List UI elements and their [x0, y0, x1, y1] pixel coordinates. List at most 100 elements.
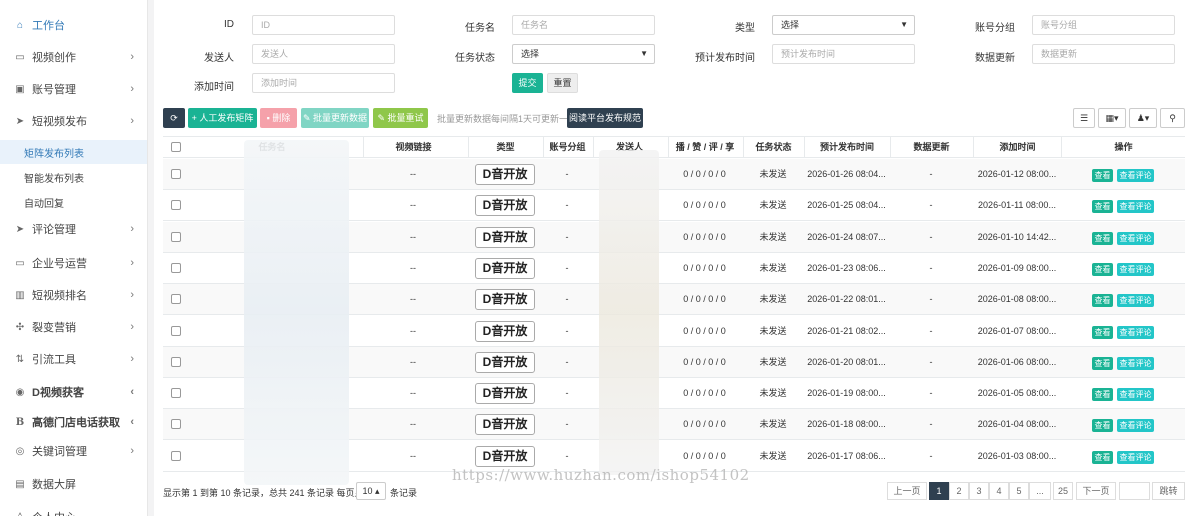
sidebar-item-11[interactable]: ◎ 关键词管理 › [0, 438, 147, 464]
col-video-link[interactable]: 视频链接 [363, 137, 463, 158]
view-comments-button[interactable]: 查看评论 [1117, 356, 1154, 370]
view-comments-button[interactable]: 查看评论 [1117, 200, 1154, 214]
task-name-input[interactable]: 任务名 [512, 15, 655, 35]
id-input[interactable]: ID [252, 15, 395, 35]
sidebar-item-5[interactable]: ▭ 企业号运营 › [0, 250, 147, 276]
row-checkbox[interactable] [171, 419, 181, 430]
jump-page-input[interactable] [1119, 482, 1150, 500]
video-link-cell: -- [410, 169, 416, 179]
sidebar-item-1[interactable]: ▭ 视频创作 › [0, 44, 147, 70]
view-comments-button[interactable]: 查看评论 [1117, 169, 1154, 182]
sidebar-item-0[interactable]: ⌂ 工作台 [0, 12, 147, 38]
batch-update-button[interactable]: ✎ 批量更新数据 [301, 108, 369, 128]
page-button[interactable]: 1 [929, 482, 949, 500]
task-status-select[interactable]: 选择 ▼ [512, 44, 655, 64]
type-select[interactable]: 选择 ▼ [772, 15, 915, 35]
add-time-input[interactable]: 添加时间 [252, 73, 395, 93]
data-update-input[interactable]: 数据更新 [1032, 44, 1175, 64]
search-button[interactable]: ⚲ [1160, 108, 1185, 128]
row-checkbox[interactable] [171, 450, 181, 461]
batch-retry-button[interactable]: ✎ 批量重试 [373, 108, 428, 128]
sidebar-subitem-2[interactable]: 自动回复 [0, 190, 147, 214]
page-size-select[interactable]: 10 ▴ [356, 482, 386, 500]
refresh-button[interactable]: ⟳ [163, 108, 185, 128]
view-button[interactable]: 查看 [1092, 294, 1113, 308]
view-button[interactable]: 查看 [1092, 356, 1113, 370]
row-checkbox[interactable] [171, 294, 181, 305]
row-checkbox[interactable] [171, 200, 181, 211]
export-button[interactable]: ♟▾ [1129, 108, 1157, 128]
col-data-update[interactable]: 数据更新 [890, 137, 972, 158]
add-time-cell: 2026-01-11 08:00... [978, 200, 1056, 211]
col-stats[interactable]: 播 / 赞 / 评 / 享 [668, 137, 741, 158]
account-group-input[interactable]: 账号分组 [1032, 15, 1175, 35]
plan-time-cell: 2026-01-23 08:06... [807, 262, 886, 273]
jump-button[interactable]: 跳转 [1152, 482, 1185, 500]
manual-publish-button[interactable]: + 人工发布矩阵 [188, 108, 257, 128]
video-icon: ▭ [15, 51, 25, 63]
sidebar-item-10[interactable]: B 高德门店电话获取 ‹ [0, 409, 147, 435]
col-add-time[interactable]: 添加时间 [973, 137, 1061, 158]
sidebar-item-3[interactable]: ➤ 短视频发布 › [0, 108, 147, 134]
page-button[interactable]: 5 [1009, 482, 1029, 500]
view-button[interactable]: 查看 [1092, 450, 1113, 464]
next-page-button[interactable]: 下一页 [1076, 482, 1116, 500]
row-checkbox[interactable] [171, 262, 181, 273]
sidebar-item-4[interactable]: ➤ 评论管理 › [0, 216, 147, 242]
col-task-status[interactable]: 任务状态 [743, 137, 803, 158]
sidebar-item-9[interactable]: ◉ D视频获客 ‹ [0, 379, 147, 405]
plan-time-input[interactable]: 预计发布时间 [772, 44, 915, 64]
reset-button[interactable]: 重置 [547, 73, 578, 93]
read-rules-button[interactable]: 阅读平台发布规范 [567, 108, 643, 128]
view-button[interactable]: 查看 [1092, 388, 1113, 402]
view-button[interactable]: 查看 [1092, 419, 1113, 433]
page-button[interactable]: 3 [969, 482, 989, 500]
sidebar-item-2[interactable]: ▣ 账号管理 › [0, 76, 147, 102]
list-view-button[interactable]: ☰ [1073, 108, 1095, 128]
plan-time-cell: 2026-01-17 08:06... [807, 450, 886, 461]
page-button[interactable]: 4 [989, 482, 1009, 500]
sidebar-subitem-0[interactable]: 矩阵发布列表 [0, 140, 147, 164]
row-checkbox[interactable] [171, 231, 181, 242]
view-comments-button[interactable]: 查看评论 [1117, 419, 1154, 433]
data-update-cell: - [929, 356, 933, 367]
add-time-cell: 2026-01-09 08:00... [977, 262, 1057, 273]
view-button[interactable]: 查看 [1092, 262, 1113, 276]
view-button[interactable]: 查看 [1092, 231, 1113, 245]
prev-page-button[interactable]: 上一页 [887, 482, 927, 500]
row-checkbox[interactable] [171, 169, 181, 179]
view-button[interactable]: 查看 [1092, 169, 1113, 182]
sidebar-item-7[interactable]: ✣ 裂变营销 › [0, 314, 147, 340]
view-comments-button[interactable]: 查看评论 [1117, 325, 1154, 339]
select-all-checkbox[interactable] [171, 142, 181, 152]
row-checkbox[interactable] [171, 325, 181, 336]
submit-button[interactable]: 提交 [512, 73, 543, 93]
sidebar-item-13[interactable]: ♙ 个人中心 [0, 504, 147, 516]
add-time-cell: 2026-01-06 08:00... [977, 356, 1057, 367]
view-comments-button[interactable]: 查看评论 [1117, 231, 1154, 245]
view-comments-button[interactable]: 查看评论 [1117, 388, 1154, 402]
sidebar-subitem-1[interactable]: 智能发布列表 [0, 165, 147, 189]
page-button[interactable]: 2 [949, 482, 969, 500]
delete-button[interactable]: ▪ 删除 [260, 108, 297, 128]
stats-cell: 0 / 0 / 0 / 0 [683, 419, 726, 430]
sidebar-item-6[interactable]: ▥ 短视频排名 › [0, 282, 147, 308]
view-comments-button[interactable]: 查看评论 [1117, 450, 1154, 464]
edit-icon: ✎ [377, 113, 388, 123]
account-group-cell: - [565, 262, 569, 273]
col-account-group[interactable]: 账号分组 [543, 137, 591, 158]
view-comments-button[interactable]: 查看评论 [1117, 262, 1154, 276]
sender-input[interactable]: 发送人 [252, 44, 395, 64]
col-plan-time[interactable]: 预计发布时间 [804, 137, 889, 158]
plan-time-cell: 2026-01-24 08:07... [807, 231, 886, 242]
sidebar-item-8[interactable]: ⇅ 引流工具 › [0, 346, 147, 372]
view-button[interactable]: 查看 [1092, 200, 1113, 214]
sidebar-item-12[interactable]: ▤ 数据大屏 [0, 471, 147, 497]
columns-button[interactable]: ▦▾ [1098, 108, 1126, 128]
view-comments-button[interactable]: 查看评论 [1117, 294, 1154, 308]
col-type[interactable]: 类型 [468, 137, 542, 158]
row-checkbox[interactable] [171, 388, 181, 399]
page-button[interactable]: 25 [1053, 482, 1073, 500]
view-button[interactable]: 查看 [1092, 325, 1113, 339]
row-checkbox[interactable] [171, 356, 181, 367]
